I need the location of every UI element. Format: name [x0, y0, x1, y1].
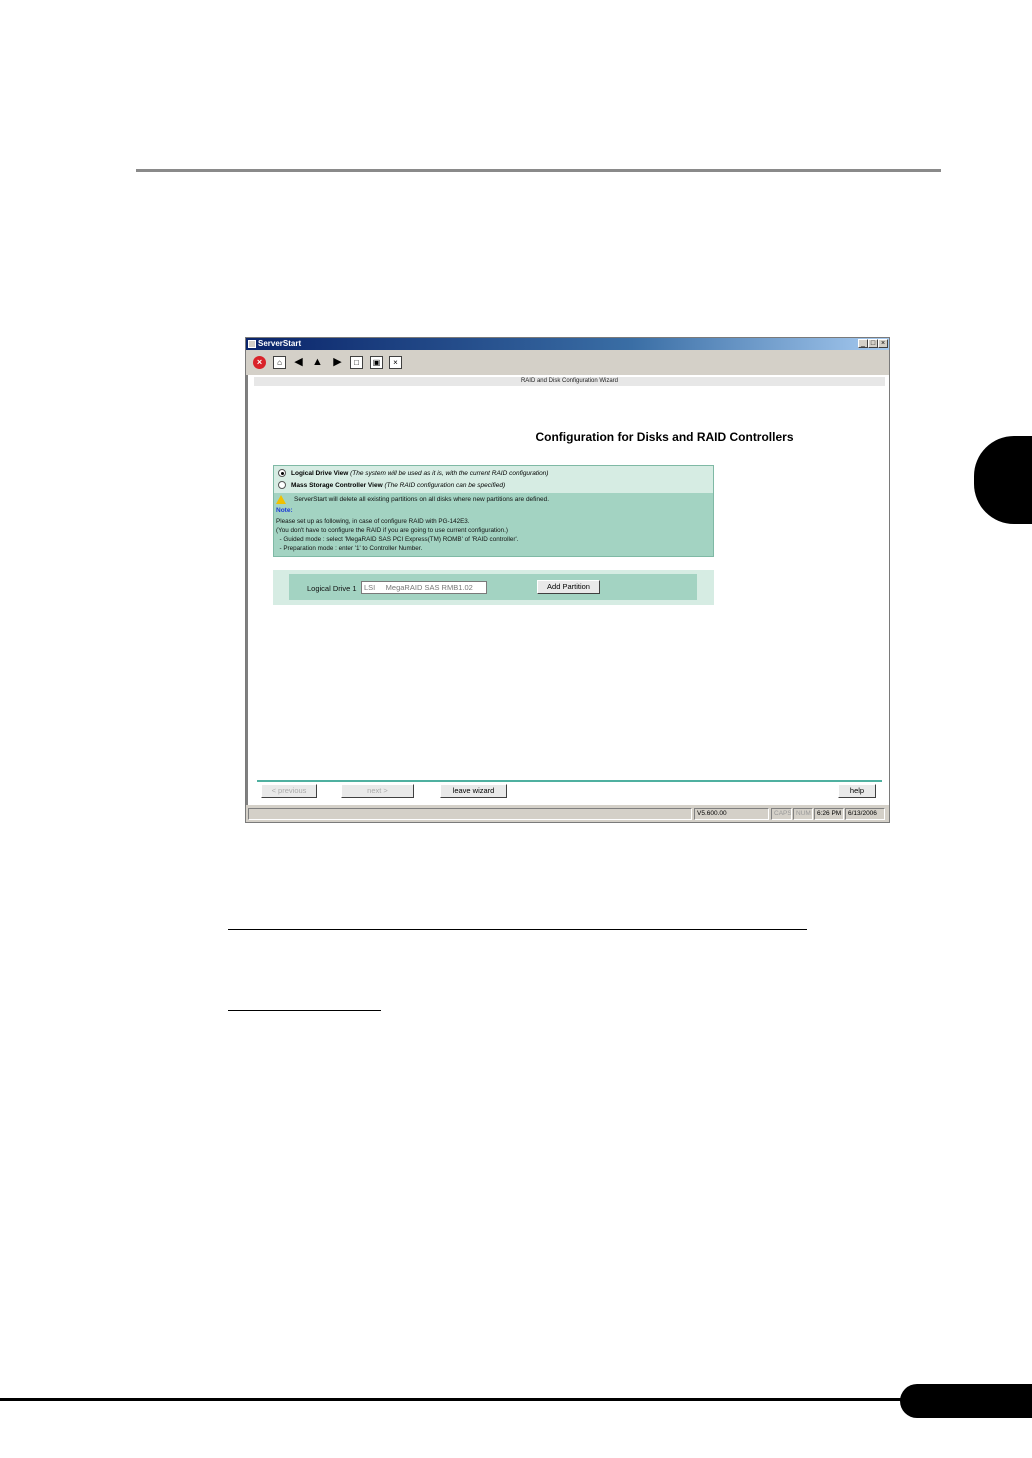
page-heading-text: Configuration for Disks and RAID Control… — [535, 430, 794, 444]
minimize-button[interactable]: _ — [858, 339, 868, 348]
option-logical-drive-view[interactable]: Logical Drive View (The system will be u… — [278, 468, 548, 479]
page-heading: Configuration for Disks and RAID Control… — [248, 430, 881, 444]
note-line: (You don't have to configure the RAID if… — [276, 527, 508, 534]
warning-message: ServerStart will delete all existing par… — [276, 494, 549, 505]
divider-line — [228, 929, 807, 930]
up-icon[interactable]: ▲ — [311, 356, 324, 369]
add-partition-button[interactable]: Add Partition — [537, 580, 600, 594]
option-label: Logical Drive View — [291, 470, 349, 477]
note-line: Please set up as following, in case of c… — [276, 518, 470, 525]
top-rule — [136, 169, 941, 172]
logical-drive-panel: Logical Drive 1 LSI MegaRAID SAS RMB1.02… — [273, 570, 714, 605]
note-label: Note: — [276, 507, 293, 514]
radio-unselected-icon[interactable] — [278, 481, 286, 490]
logical-drive-label: Logical Drive 1 — [307, 584, 357, 593]
status-time: 6:26 PM — [814, 808, 844, 820]
logical-drive-field[interactable]: LSI MegaRAID SAS RMB1.02 — [361, 581, 487, 594]
status-num: NUM — [793, 808, 813, 820]
option-description: (The system will be used as it is, with … — [350, 470, 549, 477]
option-mass-storage-controller-view[interactable]: Mass Storage Controller View (The RAID c… — [278, 480, 505, 491]
divider-line-short — [228, 1010, 381, 1011]
back-icon[interactable]: ◀ — [292, 356, 305, 369]
leave-wizard-button[interactable]: leave wizard — [440, 784, 507, 798]
status-date: 6/13/2006 — [845, 808, 885, 820]
wizard-title-bar: RAID and Disk Configuration Wizard — [254, 377, 885, 386]
note-line: - Guided mode : select 'MegaRAID SAS PCI… — [276, 536, 519, 543]
close-doc-icon[interactable]: × — [389, 356, 402, 369]
window-title: ServerStart — [258, 339, 302, 348]
wizard-content: RAID and Disk Configuration Wizard Confi… — [246, 375, 889, 805]
maximize-button[interactable]: □ — [868, 339, 878, 348]
note-line: - Preparation mode : enter '1' to Contro… — [276, 545, 423, 552]
chapter-tab — [974, 436, 1032, 524]
toolbar: × ⌂ ◀ ▲ ▶ □ ▣ × — [246, 350, 889, 375]
warning-text: ServerStart will delete all existing par… — [294, 496, 550, 503]
stop-icon[interactable]: × — [253, 356, 266, 369]
page-number-tab — [900, 1384, 1032, 1418]
nav-divider — [257, 780, 882, 782]
view-options: Logical Drive View (The system will be u… — [274, 466, 713, 493]
option-description: (The RAID configuration can be specified… — [384, 482, 506, 489]
app-icon — [248, 340, 256, 348]
home-icon[interactable]: ⌂ — [273, 356, 286, 369]
warning-icon — [276, 494, 286, 504]
next-button[interactable]: next > — [341, 784, 414, 798]
close-button[interactable]: × — [878, 339, 888, 348]
forward-icon[interactable]: ▶ — [331, 356, 344, 369]
bottom-rule — [0, 1398, 1032, 1401]
page-icon[interactable]: □ — [350, 356, 363, 369]
option-label: Mass Storage Controller View — [291, 482, 383, 489]
status-bar: V5.600.00 CAPS NUM 6:26 PM 6/13/2006 — [246, 805, 889, 822]
previous-button[interactable]: < previous — [261, 784, 317, 798]
status-caps: CAPS — [771, 808, 792, 820]
status-message — [248, 808, 692, 820]
help-button[interactable]: help — [838, 784, 876, 798]
window-icon[interactable]: ▣ — [370, 356, 383, 369]
serverstart-window: ServerStart _ □ × × ⌂ ◀ ▲ ▶ □ ▣ × RAID a… — [245, 337, 890, 823]
title-bar[interactable]: ServerStart _ □ × — [246, 338, 889, 350]
view-options-panel: Logical Drive View (The system will be u… — [273, 465, 714, 557]
status-version: V5.600.00 — [694, 808, 769, 820]
radio-selected-icon[interactable] — [278, 469, 286, 478]
logical-drive-row: Logical Drive 1 LSI MegaRAID SAS RMB1.02… — [289, 574, 697, 600]
